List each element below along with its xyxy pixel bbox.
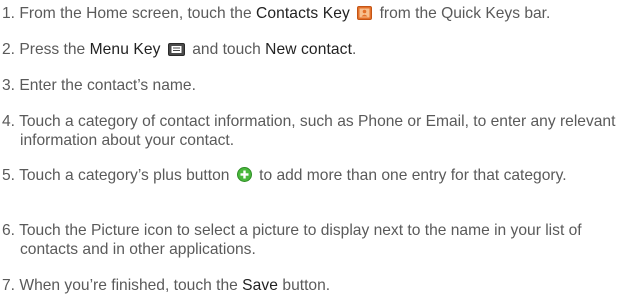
step-number: 3. [2,77,16,94]
step-2: 2. Press the Menu Key and touch New cont… [2,40,636,59]
step-4: 4. Touch a category of contact informati… [2,112,636,150]
step-number: 5. [2,167,16,184]
step-1-text-a: From the Home screen, touch the [19,5,256,22]
step-1-text: 1. From the Home screen, touch the Conta… [2,4,636,23]
step-2-text: 2. Press the Menu Key and touch New cont… [2,40,636,59]
plus-button-icon [236,167,252,182]
step-1: 1. From the Home screen, touch the Conta… [2,4,636,23]
menu-key-label: Menu Key [89,41,161,58]
step-1-text-c: from the Quick Keys bar. [375,5,551,22]
contacts-key-label: Contacts Key [255,5,350,22]
step-4-text: 4. Touch a category of contact informati… [2,112,636,150]
step-5-text: 5. Touch a category’s plus button to add… [2,166,636,185]
step-6: 6. Touch the Picture icon to select a pi… [2,221,636,259]
step-2-text-a: Press the [19,41,90,58]
step-6-text: 6. Touch the Picture icon to select a pi… [2,221,636,259]
step-5: 5. Touch a category’s plus button to add… [2,166,636,185]
step-2-text-e: . [352,41,357,58]
step-5-text-c: to add more than one entry for that cate… [254,167,567,184]
step-4-text-a: Touch a category of contact information,… [19,113,616,149]
step-number: 2. [2,41,16,58]
step-3-text-a: Enter the contact’s name. [19,77,196,94]
step-number: 1. [2,5,16,22]
new-contact-label: New contact [265,41,352,58]
step-2-text-c: and touch [187,41,266,58]
step-6-text-a: Touch the Picture icon to select a pictu… [19,222,582,258]
save-label: Save [242,277,279,294]
step-3-text: 3. Enter the contact’s name. [2,76,636,95]
menu-key-icon [167,43,185,56]
step-number: 7. [2,277,16,294]
step-7: 7. When you’re finished, touch the Save … [2,276,636,295]
step-3: 3. Enter the contact’s name. [2,76,636,95]
step-7-text-c: button. [278,277,331,294]
step-number: 6. [2,222,16,239]
step-number: 4. [2,113,16,130]
step-7-text-a: When you’re finished, touch the [19,277,243,294]
step-7-text: 7. When you’re finished, touch the Save … [2,276,636,295]
step-5-text-a: Touch a category’s plus button [19,167,234,184]
contacts-key-icon [357,6,373,20]
